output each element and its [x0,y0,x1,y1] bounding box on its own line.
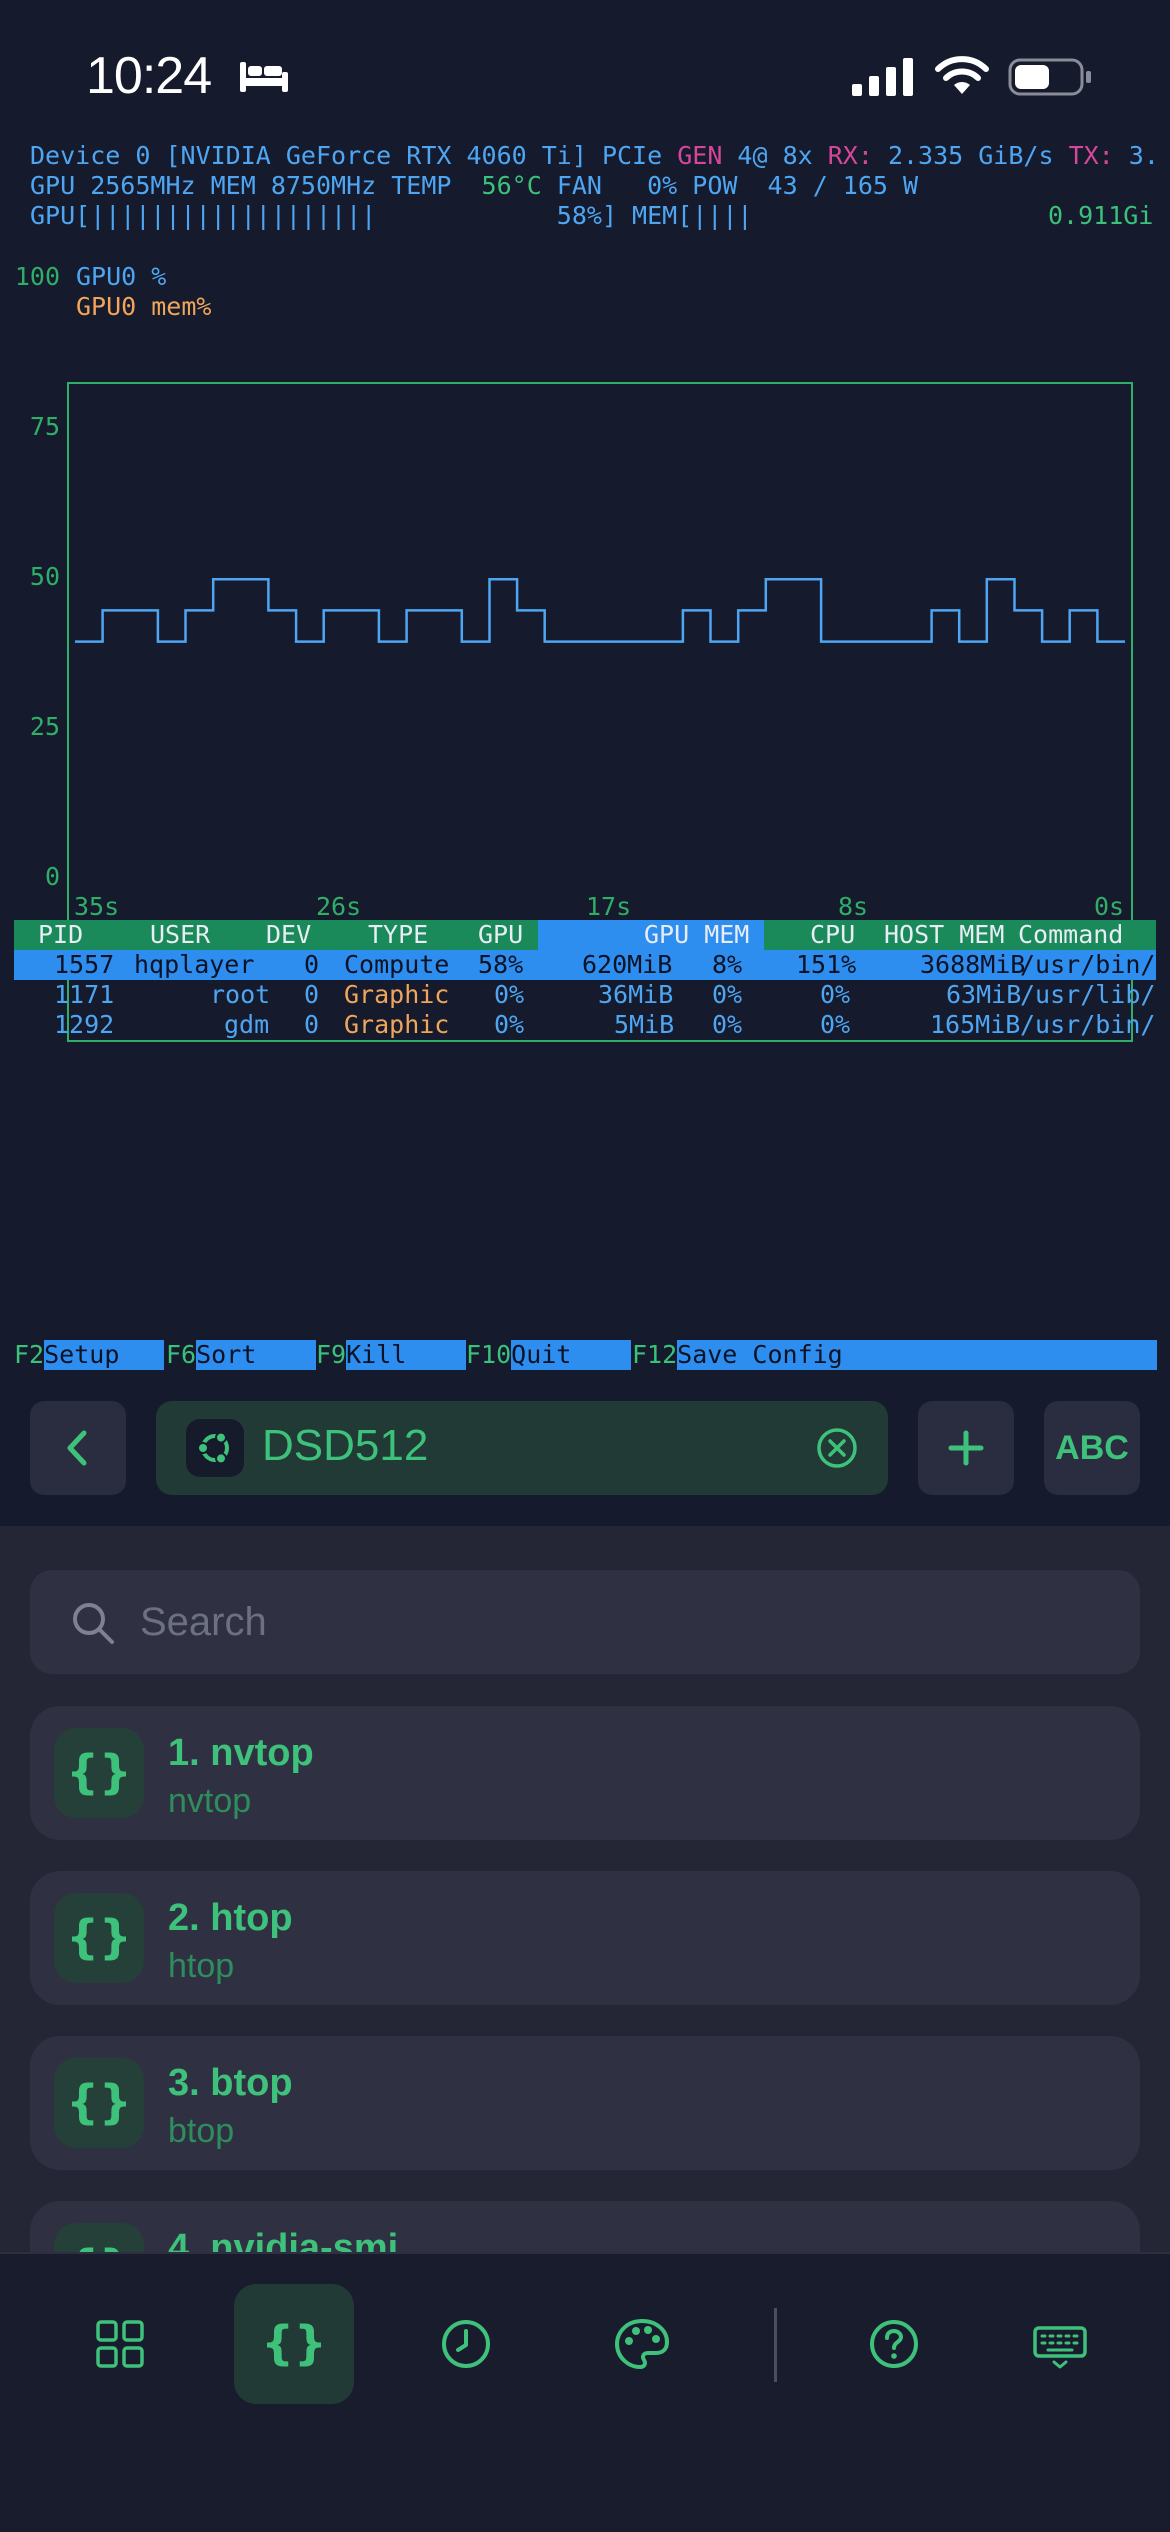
back-button[interactable] [30,1401,126,1495]
f12-save-config-key[interactable]: F12Save Config [632,1340,1158,1370]
x-tick-label: 35s [74,892,120,922]
session-name: DSD512 [262,1421,429,1470]
braces-icon: {} [54,1893,144,1983]
bottom-tab-bar: {} [0,2252,1170,2532]
help-icon [870,2320,918,2368]
snippet-command: btop [168,2112,235,2150]
snippet-title: 1. nvtop [168,1732,314,1774]
ubuntu-icon [186,1419,244,1477]
tab-themes[interactable] [582,2284,702,2404]
svg-text:{}: {} [66,1745,132,1799]
usage-bar-line: GPU[||||||||||||||||||| 58%] MEM[|||| [30,201,753,230]
battery-icon [1008,58,1091,96]
x-tick-label: 26s [316,892,362,922]
snippet-title: 2. htop [168,1897,293,1939]
snippet-item-btop[interactable]: {} 3. btop btop [30,2036,1140,2170]
grid-icon [96,2320,144,2368]
svg-text:{}: {} [66,1910,132,1964]
search-bar[interactable] [30,1570,1140,1674]
snippet-command: htop [168,1947,235,1985]
tab-help[interactable] [834,2284,954,2404]
session-tab[interactable]: DSD512 [156,1401,888,1495]
y-tick-label: 25 [29,712,60,741]
keyboard-icon [1033,2326,1087,2369]
f2-setup-key[interactable]: F2Setup [14,1340,166,1370]
y-tick-label: 100 [14,262,60,291]
x-tick-label: 17s [586,892,632,922]
clock-info-line: GPU 2565MHz MEM 8750MHz TEMP 56°C FAN 0%… [30,171,919,200]
mem-usage-value: 0.911Gi [1048,201,1154,230]
sleep-focus-icon [240,62,288,92]
palette-icon [615,2319,669,2369]
terminal-view[interactable]: Device 0 [NVIDIA GeForce RTX 4060 Ti] PC… [0,136,1170,1376]
legend-gpu-mem: GPU0 mem% [76,292,212,321]
device-info-line: Device 0 [NVIDIA GeForce RTX 4060 Ti] PC… [30,141,1159,170]
table-row[interactable]: 1292 gdm 0 Graphic 0% 5MiB 0% 0% 165MiB … [14,1010,1156,1040]
snippet-item-nvtop[interactable]: {} 1. nvtop nvtop [30,1706,1140,1840]
y-tick-label: 0 [44,862,60,891]
f9-kill-key[interactable]: F9Kill [316,1340,467,1370]
tab-snippets[interactable]: {} [234,2284,354,2404]
process-table-header: PID USER DEV TYPE GPU GPU MEM CPU HOST M… [14,920,1156,950]
f10-quit-key[interactable]: F10Quit [466,1340,632,1370]
tab-divider [774,2308,777,2382]
cellular-signal-icon [852,58,913,96]
history-icon [442,2320,490,2368]
status-bar: 10:24 [0,0,1170,130]
tab-keyboard[interactable] [1000,2284,1120,2404]
search-icon [73,1603,114,1644]
tab-history[interactable] [406,2284,526,2404]
svg-text:{}: {} [264,2316,324,2370]
table-row[interactable]: 1557 hqplayer 0 Compute 58% 620MiB 8% 15… [14,950,1156,980]
keyboard-mode-button[interactable]: ABC [1044,1401,1140,1495]
y-tick-label: 75 [29,412,60,441]
y-tick-label: 50 [29,562,60,591]
braces-icon: {} [54,1728,144,1818]
plus-icon [948,1430,984,1466]
wifi-icon [935,56,989,94]
f6-sort-key[interactable]: F6Sort [166,1340,317,1370]
snippet-command: nvtop [168,1782,252,1820]
chevron-left-icon [67,1430,87,1466]
svg-text:{}: {} [66,2075,132,2129]
table-row[interactable]: 1171 root 0 Graphic 0% 36MiB 0% 0% 63MiB… [14,980,1156,1010]
snippet-title: 3. btop [168,2062,293,2104]
braces-icon: {} [54,2058,144,2148]
function-key-bar: F2Setup F6Sort F9Kill F10Quit F12Save Co… [14,1340,1158,1370]
search-input[interactable] [140,1592,1040,1652]
status-time: 10:24 [86,47,212,105]
add-session-button[interactable] [918,1401,1014,1495]
x-tick-label: 8s [838,892,869,922]
legend-gpu-util: GPU0 % [76,262,167,291]
x-tick-label: 0s [1094,892,1125,922]
braces-icon: {} [264,2316,324,2370]
snippet-item-htop[interactable]: {} 2. htop htop [30,1871,1140,2005]
close-circle-icon[interactable] [816,1427,858,1469]
chart-series-line-0 [75,577,1125,643]
tab-grid[interactable] [60,2284,180,2404]
